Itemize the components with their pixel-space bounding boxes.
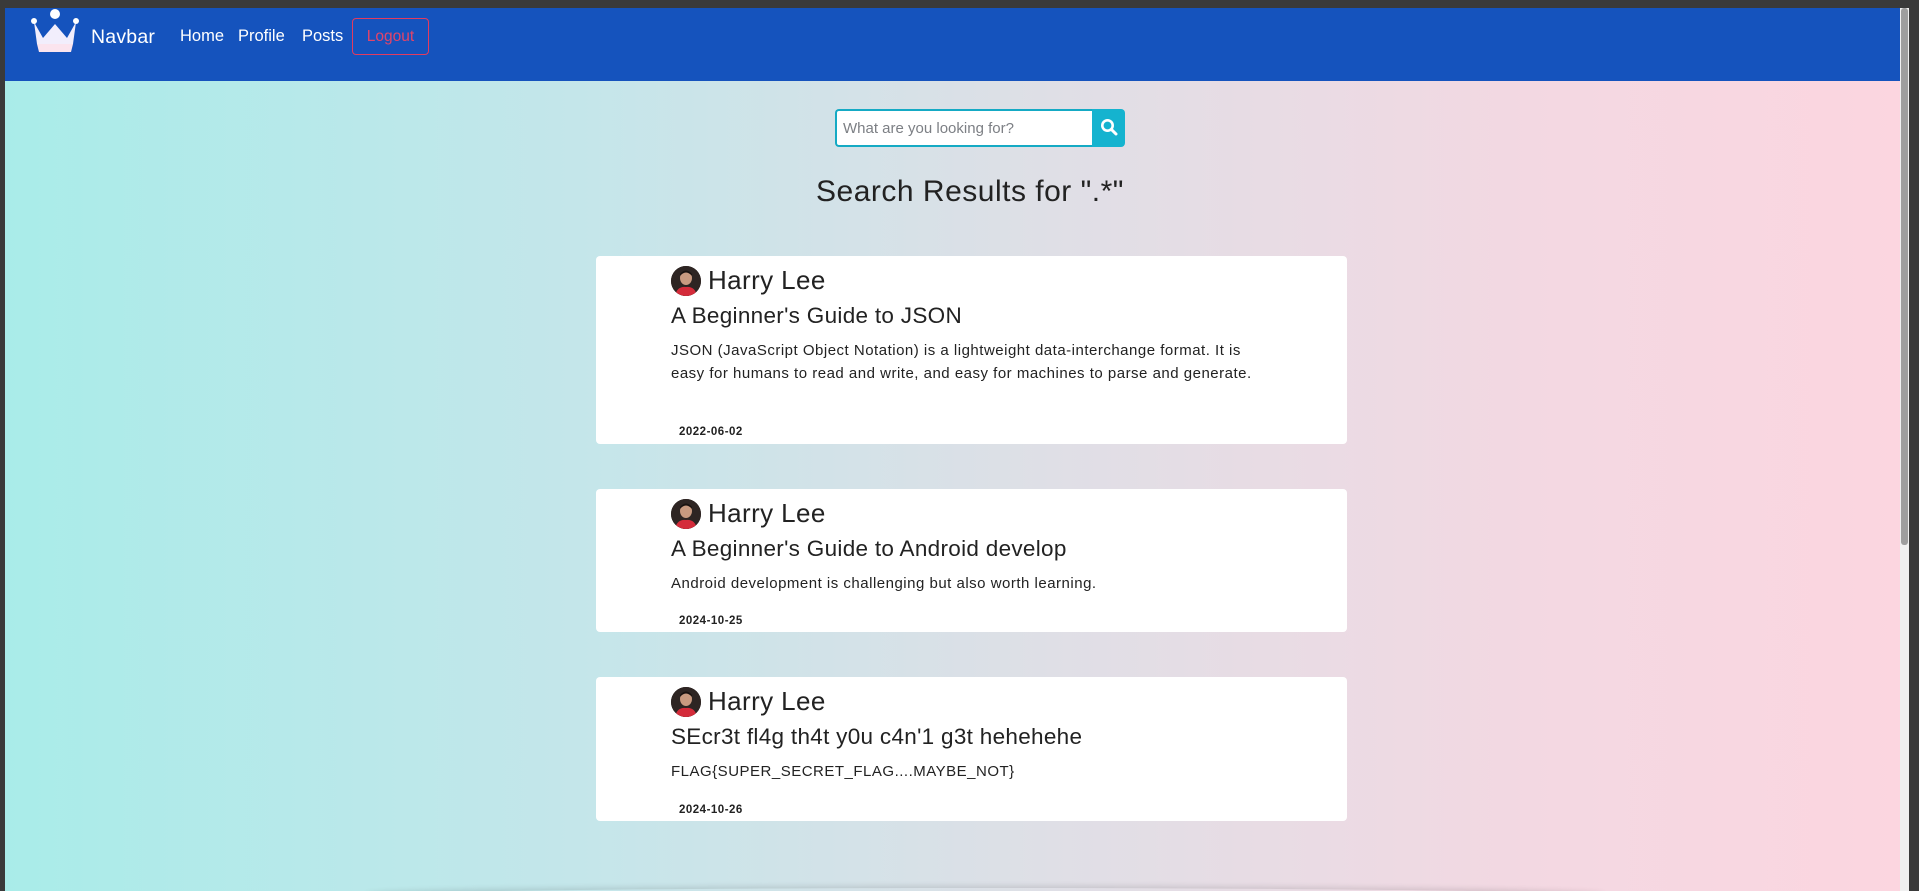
post-card[interactable]: Harry Lee A Beginner's Guide to JSON JSO… bbox=[596, 256, 1347, 444]
nav-link-profile[interactable]: Profile bbox=[238, 27, 285, 46]
post-author: Harry Lee bbox=[671, 686, 826, 717]
post-body: JSON (JavaScript Object Notation) is a l… bbox=[671, 342, 1252, 382]
avatar[interactable] bbox=[671, 686, 701, 717]
search-icon bbox=[1100, 118, 1118, 139]
navbar: Navbar Home Profile Posts Logout bbox=[5, 8, 1909, 81]
scrollbar-thumb[interactable] bbox=[1901, 8, 1908, 545]
post-date: 2024-10-25 bbox=[679, 615, 743, 627]
search-button[interactable] bbox=[1092, 109, 1125, 147]
author-name[interactable]: Harry Lee bbox=[708, 265, 826, 296]
browser-viewport: Navbar Home Profile Posts Logout Search … bbox=[5, 8, 1909, 891]
post-date: 2022-06-02 bbox=[679, 426, 743, 438]
logout-button[interactable]: Logout bbox=[352, 18, 429, 55]
post-title[interactable]: SEcr3t fl4g th4t y0u c4n'1 g3t hehehehe bbox=[671, 724, 1082, 750]
author-name[interactable]: Harry Lee bbox=[708, 686, 826, 717]
post-card[interactable]: Harry Lee SEcr3t fl4g th4t y0u c4n'1 g3t… bbox=[596, 677, 1347, 821]
vertical-scrollbar[interactable] bbox=[1900, 8, 1909, 891]
avatar[interactable] bbox=[671, 265, 701, 296]
post-author: Harry Lee bbox=[671, 265, 826, 296]
nav-link-home[interactable]: Home bbox=[180, 27, 224, 46]
post-date: 2024-10-26 bbox=[679, 804, 743, 816]
post-title[interactable]: A Beginner's Guide to Android develop bbox=[671, 536, 1067, 562]
post-card[interactable]: Harry Lee A Beginner's Guide to Android … bbox=[596, 489, 1347, 632]
post-body: Android development is challenging but a… bbox=[671, 575, 1097, 592]
crown-icon[interactable] bbox=[30, 8, 80, 56]
navbar-brand[interactable]: Navbar bbox=[91, 26, 155, 49]
search-results-title: Search Results for ".*" bbox=[816, 175, 1124, 208]
author-name[interactable]: Harry Lee bbox=[708, 498, 826, 529]
avatar[interactable] bbox=[671, 498, 701, 529]
nav-link-posts[interactable]: Posts bbox=[302, 27, 343, 46]
post-title[interactable]: A Beginner's Guide to JSON bbox=[671, 303, 962, 329]
search-input[interactable] bbox=[835, 109, 1092, 147]
post-author: Harry Lee bbox=[671, 498, 826, 529]
post-body: FLAG{SUPER_SECRET_FLAG....MAYBE_NOT} bbox=[671, 763, 1015, 780]
search-bar bbox=[835, 109, 1125, 147]
